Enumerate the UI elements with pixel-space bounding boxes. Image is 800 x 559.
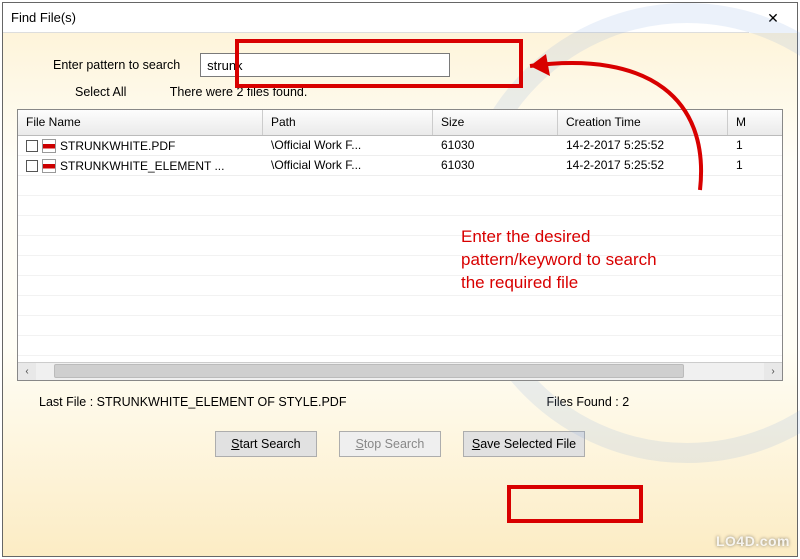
pdf-icon	[42, 159, 56, 173]
cell-creation-time: 14-2-2017 5:25:52	[558, 156, 728, 175]
enter-pattern-label: Enter pattern to search	[53, 58, 180, 72]
pdf-icon	[42, 139, 56, 153]
close-button[interactable]: ✕	[749, 3, 797, 33]
table-row	[18, 316, 782, 336]
table-row	[18, 296, 782, 316]
cell-last: 1	[728, 136, 782, 155]
col-path[interactable]: Path	[263, 110, 433, 135]
start-search-button[interactable]: Start Search	[215, 431, 317, 457]
cell-size: 61030	[433, 136, 558, 155]
cell-last: 1	[728, 156, 782, 175]
search-input[interactable]	[200, 53, 450, 77]
titlebar[interactable]: Find File(s) ✕	[3, 3, 797, 33]
table-row	[18, 176, 782, 196]
watermark: LO4D.com	[716, 533, 790, 549]
results-header[interactable]: File Name Path Size Creation Time M	[18, 110, 782, 136]
stop-search-button: Stop Search	[339, 431, 441, 457]
results-list[interactable]: File Name Path Size Creation Time M STRU…	[17, 109, 783, 381]
col-last[interactable]: M	[728, 110, 782, 135]
scroll-thumb[interactable]	[54, 364, 684, 378]
table-row	[18, 276, 782, 296]
cell-file-name: STRUNKWHITE.PDF	[60, 139, 175, 153]
files-found-label: Files Found : 2	[546, 395, 629, 409]
table-row	[18, 236, 782, 256]
table-row	[18, 216, 782, 236]
table-row	[18, 336, 782, 356]
last-file-label: Last File : STRUNKWHITE_ELEMENT OF STYLE…	[39, 395, 346, 409]
scroll-right-button[interactable]: ›	[764, 363, 782, 381]
cell-path: \Official Work F...	[263, 156, 433, 175]
row-checkbox[interactable]	[26, 160, 38, 172]
scroll-left-button[interactable]: ‹	[18, 363, 36, 381]
client-area: Enter pattern to search Select All There…	[3, 33, 797, 556]
table-row	[18, 196, 782, 216]
cell-file-name: STRUNKWHITE_ELEMENT ...	[60, 159, 224, 173]
table-row[interactable]: STRUNKWHITE_ELEMENT ... \Official Work F.…	[18, 156, 782, 176]
row-checkbox[interactable]	[26, 140, 38, 152]
table-row[interactable]: STRUNKWHITE.PDF\Official Work F...610301…	[18, 136, 782, 156]
col-file-name[interactable]: File Name	[18, 110, 263, 135]
select-all-link[interactable]: Select All	[75, 85, 126, 99]
cell-creation-time: 14-2-2017 5:25:52	[558, 136, 728, 155]
window-title: Find File(s)	[11, 10, 76, 25]
scroll-track[interactable]	[36, 363, 764, 381]
save-selected-button[interactable]: Save Selected File	[463, 431, 585, 457]
horizontal-scrollbar[interactable]: ‹ ›	[18, 362, 782, 380]
search-status: There were 2 files found.	[170, 85, 308, 99]
cell-path: \Official Work F...	[263, 136, 433, 155]
col-size[interactable]: Size	[433, 110, 558, 135]
table-row	[18, 256, 782, 276]
col-creation-time[interactable]: Creation Time	[558, 110, 728, 135]
find-files-window: Find File(s) ✕ Enter pattern to search S…	[2, 2, 798, 557]
cell-size: 61030	[433, 156, 558, 175]
close-icon: ✕	[767, 10, 779, 27]
